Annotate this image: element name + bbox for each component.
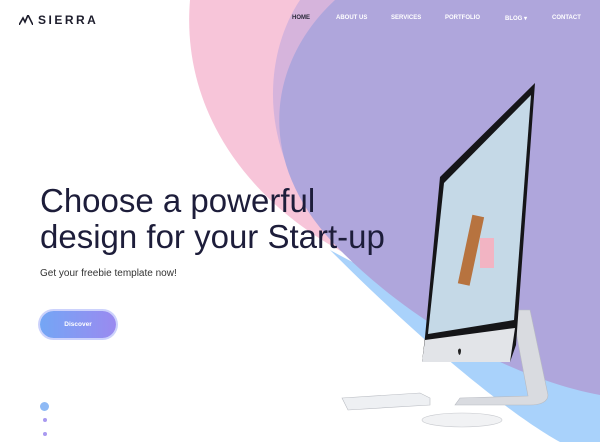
caret-down-icon: ▾ [524, 16, 528, 22]
nav-contact[interactable]: CONTACT [552, 15, 581, 21]
discover-button[interactable]: Discover [40, 311, 116, 338]
hero-subtitle: Get your freebie template now! [40, 268, 177, 279]
nav-portfolio[interactable]: PORTFOLIO [445, 15, 480, 21]
nav-services[interactable]: SERVICES [391, 15, 421, 21]
slider-dot-2[interactable] [43, 418, 47, 422]
screen-art-popcorn [480, 238, 494, 268]
nav-about-us[interactable]: ABOUT US [336, 15, 367, 21]
hero-title: Choose a powerful design for your Start-u… [40, 183, 400, 255]
nav-blog[interactable]: BLOG ▾ [505, 15, 527, 22]
slider-dot-3[interactable] [43, 432, 47, 436]
main-nav: HOME ABOUT US SERVICES PORTFOLIO BLOG ▾ … [0, 15, 600, 27]
nav-blog-label: BLOG [505, 16, 523, 22]
hero-title-line1: Choose a powerful [40, 182, 316, 219]
nav-home[interactable]: HOME [292, 15, 310, 21]
mouse [421, 412, 503, 428]
keyboard [341, 392, 431, 411]
hero-title-line2: design for your Start-up [40, 218, 385, 255]
slider-dot-1-active[interactable] [40, 402, 49, 411]
